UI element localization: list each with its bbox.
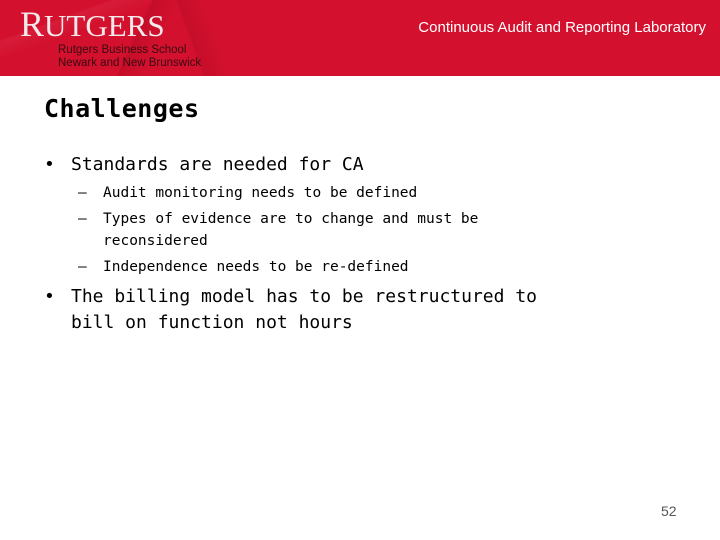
bullet-text: Standards are needed for CA	[71, 154, 364, 175]
bullet-text: The billing model has to be restructured…	[71, 286, 537, 307]
bullet-icon: •	[44, 286, 55, 307]
school-line-2: Newark and New Brunswick	[58, 57, 202, 69]
school-name: Rutgers Business School Newark and New B…	[58, 44, 201, 70]
bullet-icon: •	[44, 154, 55, 175]
sub-bullet-text: Independence needs to be re-defined	[103, 259, 409, 275]
sub-bullet-text: Types of evidence are to change and must…	[103, 211, 479, 227]
sub-bullet-text-continued: reconsidered	[103, 233, 208, 249]
slide-header: RUTGERS Rutgers Business School Newark a…	[0, 0, 720, 76]
sub-bullet-text: Audit monitoring needs to be defined	[103, 185, 418, 201]
school-line-1: Rutgers Business School	[58, 44, 187, 56]
page-number: 52	[661, 503, 677, 519]
logo-initial: R	[20, 4, 45, 44]
dash-icon: –	[78, 185, 87, 201]
lab-title: Continuous Audit and Reporting Laborator…	[418, 19, 706, 36]
logo-rest: UTGERS	[44, 8, 165, 43]
rutgers-logo: RUTGERS	[20, 6, 165, 42]
bullet-text-continued: bill on function not hours	[71, 312, 353, 333]
dash-icon: –	[78, 259, 87, 275]
slide-title: Challenges	[44, 94, 200, 123]
dash-icon: –	[78, 211, 87, 227]
